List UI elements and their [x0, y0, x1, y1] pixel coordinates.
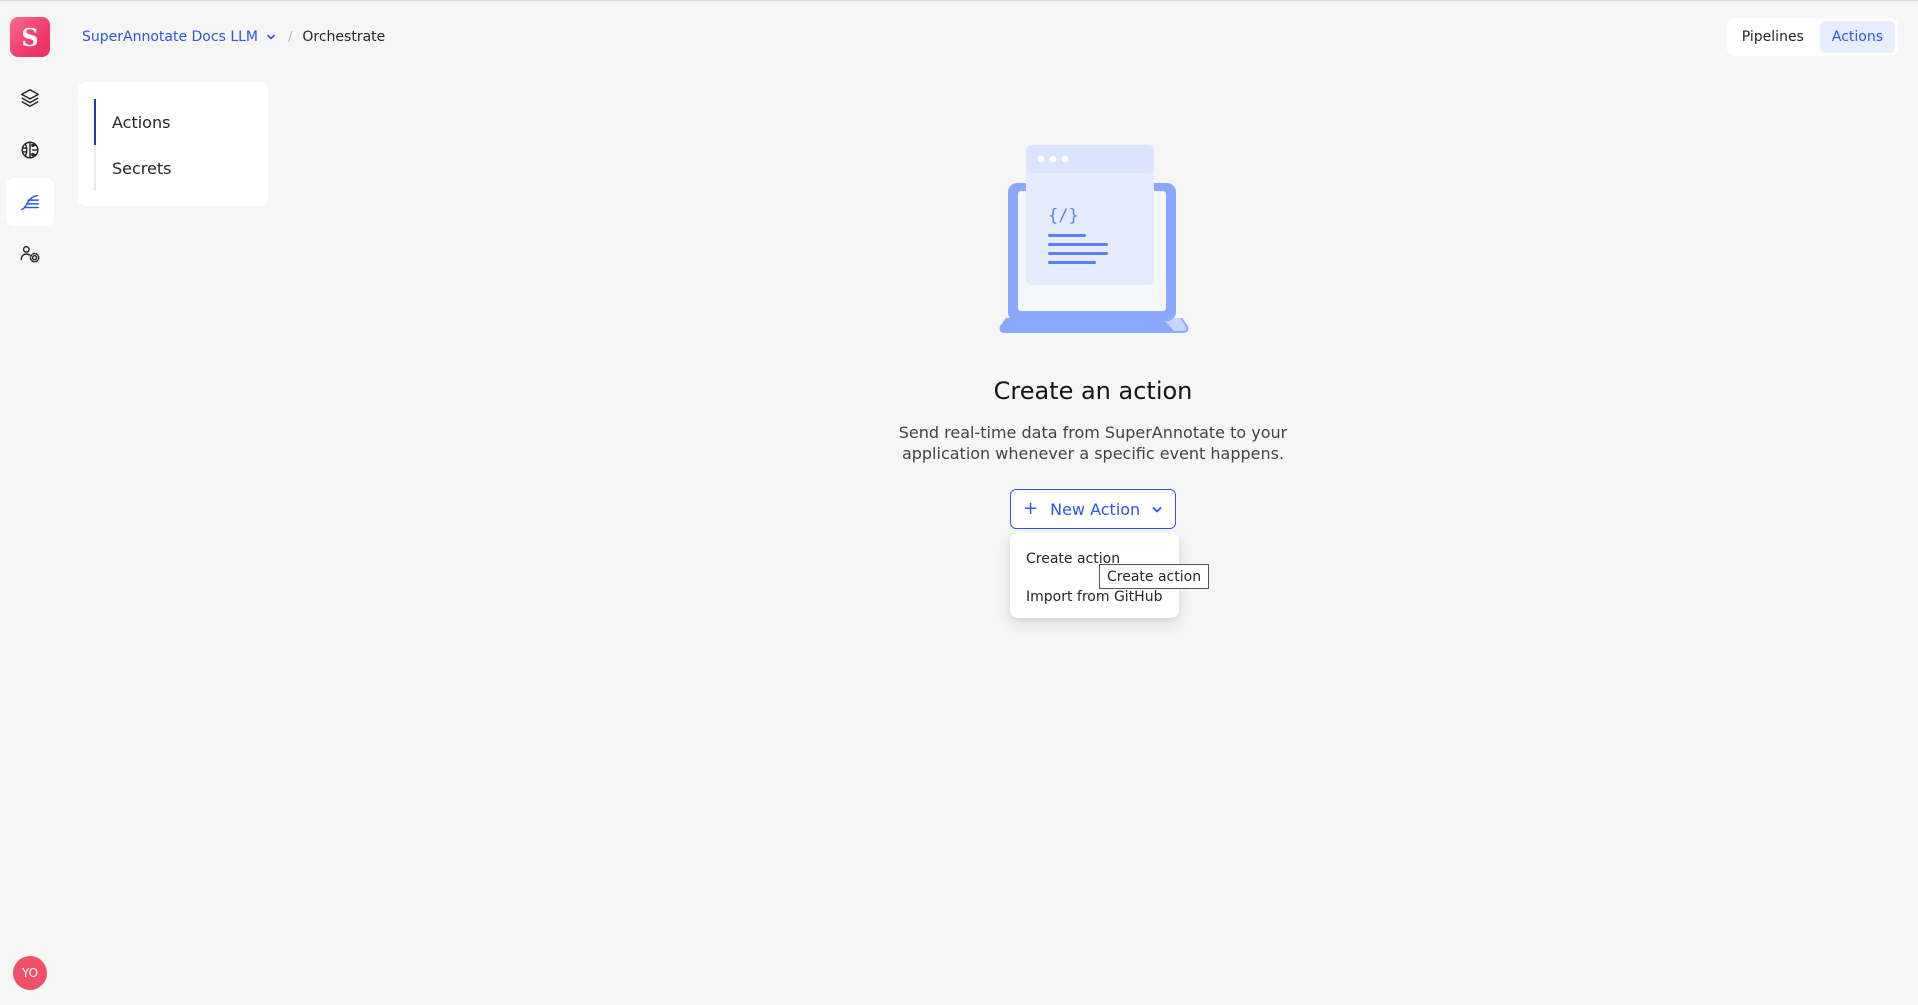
- laptop-code-icon: {/}: [999, 145, 1189, 333]
- rail-item-ai[interactable]: [6, 126, 54, 174]
- brain-icon: [21, 141, 39, 159]
- rail-item-layers[interactable]: [6, 74, 54, 122]
- avatar-initials: YO: [21, 966, 39, 980]
- breadcrumb: SuperAnnotate Docs LLM / Orchestrate: [82, 27, 385, 47]
- side-menu: Actions Secrets: [78, 82, 268, 206]
- new-action-button[interactable]: + New Action: [1010, 489, 1176, 529]
- side-menu-item-secrets[interactable]: Secrets: [94, 145, 268, 191]
- side-menu-item-actions[interactable]: Actions: [94, 99, 268, 145]
- rail-item-orchestrate[interactable]: [6, 178, 54, 226]
- breadcrumb-current: Orchestrate: [302, 29, 386, 45]
- layers-icon: [21, 89, 39, 107]
- orchestrate-icon: [21, 194, 39, 211]
- view-toggle: Pipelines Actions: [1726, 18, 1898, 56]
- team-settings-icon: [20, 245, 40, 263]
- logo-letter: S: [21, 22, 39, 52]
- left-rail: S YO: [0, 1, 60, 1005]
- app-logo[interactable]: S: [10, 17, 50, 57]
- project-selector[interactable]: SuperAnnotate Docs LLM: [82, 29, 258, 45]
- rail-item-team-settings[interactable]: [6, 230, 54, 278]
- chevron-down-icon[interactable]: [266, 32, 276, 42]
- new-action-label: New Action: [1050, 499, 1141, 519]
- code-glyph: {/}: [1048, 206, 1079, 226]
- tab-actions[interactable]: Actions: [1819, 21, 1895, 53]
- chevron-down-icon: [1152, 507, 1162, 513]
- breadcrumb-separator: /: [288, 29, 293, 45]
- empty-state-description: Send real-time data from SuperAnnotate t…: [898, 423, 1288, 463]
- tooltip: Create action: [1099, 564, 1210, 589]
- plus-icon: +: [1023, 498, 1039, 519]
- empty-state-title: Create an action: [993, 377, 1193, 405]
- user-avatar[interactable]: YO: [13, 956, 47, 990]
- tab-pipelines[interactable]: Pipelines: [1730, 21, 1816, 53]
